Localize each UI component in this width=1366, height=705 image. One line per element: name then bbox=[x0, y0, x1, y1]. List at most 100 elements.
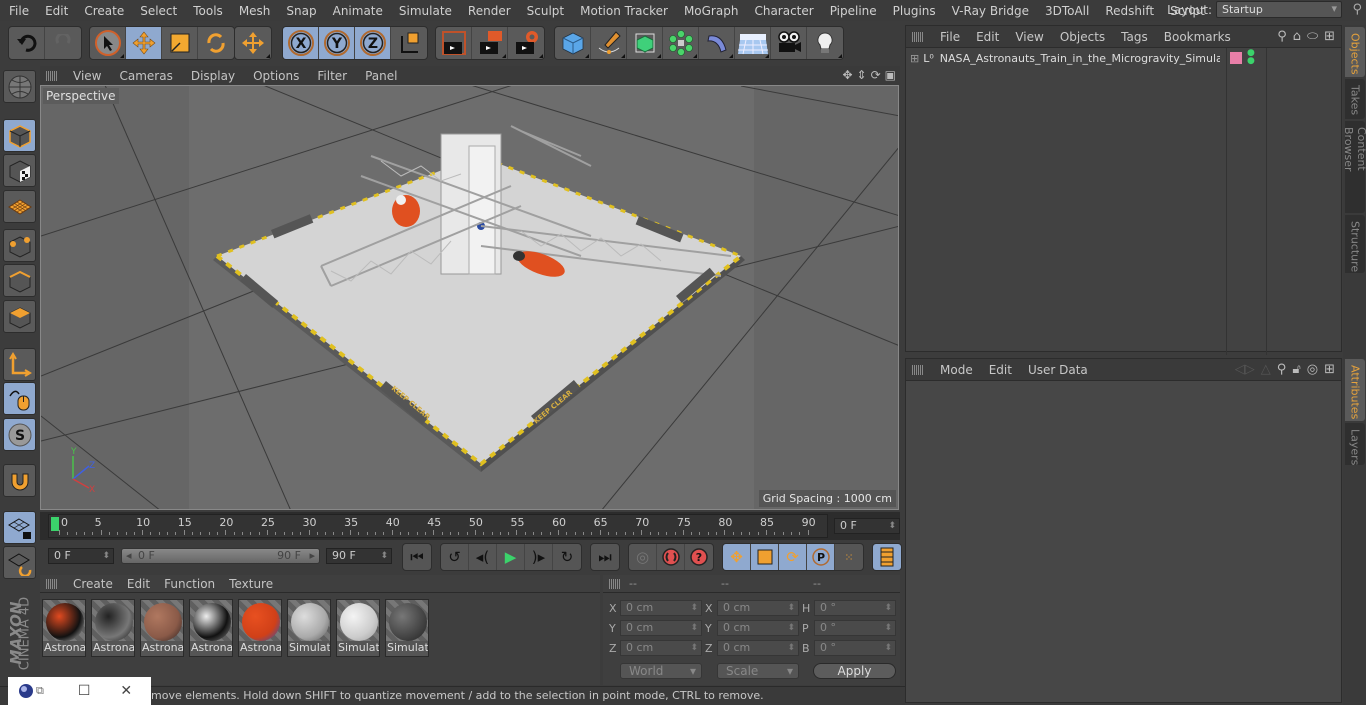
frame-ruler[interactable]: 0 5 10 15 20 25 30 35 40 45 50 55 60 65 70 75 80 85 90 bbox=[48, 514, 828, 538]
panel-grip[interactable] bbox=[912, 364, 924, 375]
maximize-view-icon[interactable]: ▣ bbox=[885, 68, 896, 82]
viewport-menu-filter[interactable]: Filter bbox=[308, 69, 356, 83]
panel-grip[interactable] bbox=[46, 578, 58, 589]
size-z-field[interactable]: 0 cm ⬍ bbox=[717, 640, 799, 656]
key-position-icon[interactable]: ✥ bbox=[723, 544, 751, 570]
z-axis-icon[interactable]: Z bbox=[355, 27, 391, 59]
menu-edit[interactable]: Edit bbox=[37, 4, 76, 18]
record-key-icon[interactable]: ◎ bbox=[629, 544, 657, 570]
key-parameter-icon[interactable]: P bbox=[807, 544, 835, 570]
tab-content-browser[interactable]: Content Browser bbox=[1342, 121, 1366, 213]
range-left-arrow[interactable]: ◂ bbox=[126, 549, 132, 562]
pos-z-field[interactable]: 0 cm ⬍ bbox=[620, 640, 702, 656]
layer-color-swatch[interactable] bbox=[1230, 52, 1242, 64]
menu-create[interactable]: Create bbox=[76, 4, 132, 18]
search-icon[interactable]: ⚲ bbox=[1352, 2, 1362, 17]
start-frame-field[interactable]: 0 F ⬍ bbox=[48, 548, 114, 564]
menu-pipeline[interactable]: Pipeline bbox=[822, 4, 885, 18]
search-icon[interactable]: ⚲ bbox=[1277, 29, 1287, 44]
object-menu-edit[interactable]: Edit bbox=[968, 30, 1007, 44]
new-panel-icon[interactable]: ⊞ bbox=[1324, 362, 1335, 377]
tab-layers[interactable]: Layers bbox=[1345, 423, 1365, 465]
viewport-menu-view[interactable]: View bbox=[64, 69, 110, 83]
viewport-menu-options[interactable]: Options bbox=[244, 69, 308, 83]
timeline-window-icon[interactable] bbox=[873, 544, 901, 570]
object-menu-bookmarks[interactable]: Bookmarks bbox=[1156, 30, 1239, 44]
select-arrow-icon[interactable] bbox=[90, 27, 126, 59]
layout-dropdown[interactable]: Startup bbox=[1216, 1, 1342, 18]
menu-3dtoall[interactable]: 3DToAll bbox=[1037, 4, 1097, 18]
menu-character[interactable]: Character bbox=[746, 4, 821, 18]
material-swatch[interactable]: Simulato bbox=[336, 599, 380, 657]
end-frame-field[interactable]: 90 F ⬍ bbox=[326, 548, 392, 564]
play-icon[interactable]: ▶ bbox=[497, 544, 525, 570]
pos-y-field[interactable]: 0 cm ⬍ bbox=[620, 620, 702, 636]
polygons-mode-icon[interactable] bbox=[3, 300, 36, 333]
viewport-3d[interactable]: KEEP CLEAR KEEP CLEAR Y Z X Perspective … bbox=[40, 85, 899, 510]
coord-system-dropdown[interactable]: World bbox=[620, 663, 702, 679]
object-menu-file[interactable]: File bbox=[932, 30, 968, 44]
maximize-icon[interactable]: ☐ bbox=[78, 683, 91, 699]
tweak-icon[interactable] bbox=[3, 382, 36, 415]
object-menu-view[interactable]: View bbox=[1007, 30, 1051, 44]
menu-motion-tracker[interactable]: Motion Tracker bbox=[572, 4, 676, 18]
material-swatch[interactable]: Simulato bbox=[287, 599, 331, 657]
make-editable-icon[interactable] bbox=[3, 70, 36, 103]
render-settings-icon[interactable] bbox=[508, 27, 544, 59]
redo-icon[interactable] bbox=[45, 27, 81, 59]
object-row[interactable]: ⊞ L⁰ NASA_Astronauts_Train_in_the_Microg… bbox=[906, 48, 1341, 355]
orbit-icon[interactable]: ⟳ bbox=[871, 68, 881, 82]
minimized-window[interactable]: ⧉ ☐ ✕ bbox=[8, 677, 151, 705]
key-rotation-icon[interactable]: ⟳ bbox=[779, 544, 807, 570]
cube-icon[interactable] bbox=[555, 27, 591, 59]
prev-key-icon[interactable]: ↺ bbox=[441, 544, 469, 570]
restore-icon[interactable]: ⧉ bbox=[36, 684, 44, 698]
viewport-menu-panel[interactable]: Panel bbox=[356, 69, 406, 83]
material-menu-texture[interactable]: Texture bbox=[222, 577, 280, 591]
tab-objects[interactable]: Objects bbox=[1345, 27, 1365, 77]
key-scale-icon[interactable] bbox=[751, 544, 779, 570]
rot-b-field[interactable]: 0 ° ⬍ bbox=[814, 640, 896, 656]
render-picture-viewer-icon[interactable] bbox=[472, 27, 508, 59]
key-pla-icon[interactable]: ⁙ bbox=[835, 544, 863, 570]
menu-animate[interactable]: Animate bbox=[325, 4, 391, 18]
up-icon[interactable]: △ bbox=[1261, 362, 1271, 377]
scale-icon[interactable] bbox=[162, 27, 198, 59]
current-frame-field[interactable]: 0 F ⬍ bbox=[834, 518, 900, 534]
texture-mode-icon[interactable] bbox=[3, 154, 36, 187]
y-axis-icon[interactable]: Y bbox=[319, 27, 355, 59]
render-view-icon[interactable] bbox=[436, 27, 472, 59]
snap-magnet-icon[interactable] bbox=[3, 464, 36, 497]
back-icon[interactable]: ◁▷ bbox=[1235, 362, 1255, 377]
search-icon[interactable]: ⚲ bbox=[1277, 362, 1287, 377]
range-slider[interactable]: ◂ 0 F 90 F ▸ bbox=[121, 548, 320, 564]
size-mode-dropdown[interactable]: Scale bbox=[717, 663, 799, 679]
tab-attributes[interactable]: Attributes bbox=[1345, 359, 1365, 421]
menu-snap[interactable]: Snap bbox=[278, 4, 324, 18]
deformer-icon[interactable] bbox=[699, 27, 735, 59]
expand-icon[interactable]: ⊞ bbox=[910, 52, 919, 65]
rot-h-field[interactable]: 0 ° ⬍ bbox=[814, 600, 896, 616]
points-mode-icon[interactable] bbox=[3, 229, 36, 262]
viewport-menu-display[interactable]: Display bbox=[182, 69, 244, 83]
material-swatch[interactable]: Simulato bbox=[385, 599, 429, 657]
panel-grip[interactable] bbox=[46, 70, 58, 81]
menu-render[interactable]: Render bbox=[460, 4, 519, 18]
size-y-field[interactable]: 0 cm ⬍ bbox=[717, 620, 799, 636]
floor-icon[interactable] bbox=[735, 27, 771, 59]
object-name[interactable]: NASA_Astronauts_Train_in_the_Microgravit… bbox=[940, 52, 1220, 65]
edges-mode-icon[interactable] bbox=[3, 264, 36, 297]
pan-icon[interactable]: ✥ bbox=[842, 68, 852, 82]
material-swatch[interactable]: Astrona bbox=[42, 599, 86, 657]
tab-takes[interactable]: Takes bbox=[1345, 79, 1365, 119]
undo-icon[interactable] bbox=[9, 27, 45, 59]
menu-file[interactable]: File bbox=[0, 4, 37, 18]
viewport-camera-label[interactable]: Perspective bbox=[43, 88, 119, 104]
subdivision-icon[interactable] bbox=[627, 27, 663, 59]
attribute-menu-edit[interactable]: Edit bbox=[981, 363, 1020, 377]
playhead[interactable] bbox=[51, 517, 59, 531]
close-icon[interactable]: ✕ bbox=[120, 683, 132, 699]
menu-select[interactable]: Select bbox=[132, 4, 185, 18]
attribute-menu-mode[interactable]: Mode bbox=[932, 363, 981, 377]
workplane-mode-icon[interactable] bbox=[3, 190, 36, 223]
